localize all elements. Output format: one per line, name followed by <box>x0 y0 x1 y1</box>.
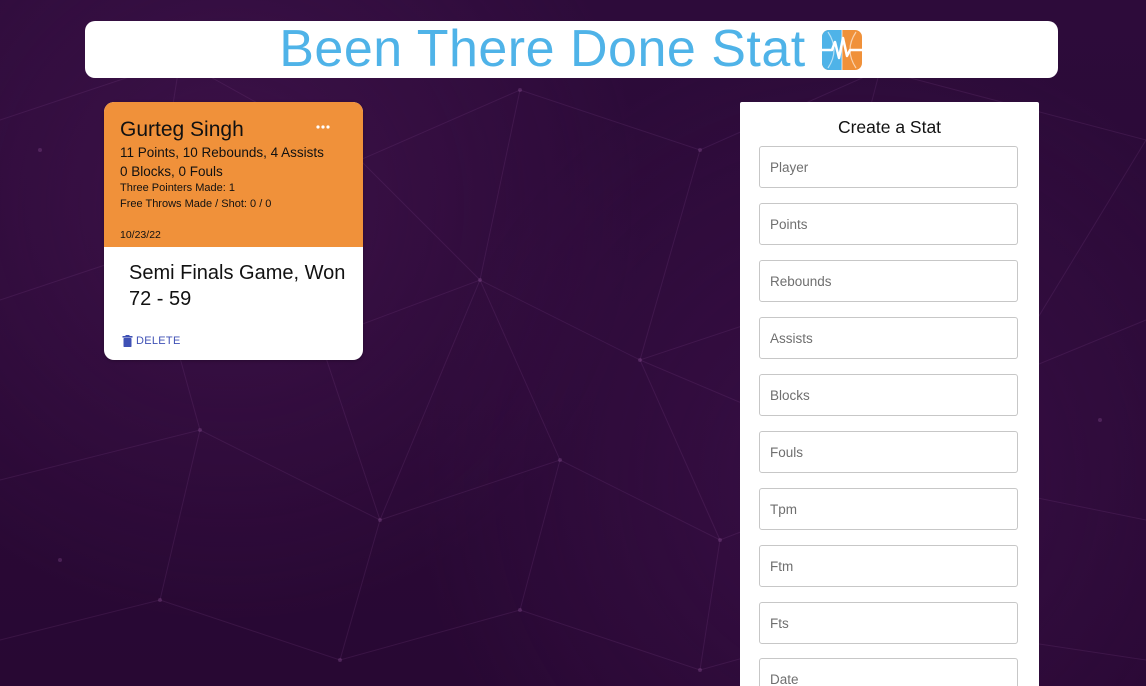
rebounds-input[interactable] <box>759 260 1018 302</box>
assists-input[interactable] <box>759 317 1018 359</box>
date-input[interactable] <box>759 658 1018 686</box>
stat-line-primary: 11 Points, 10 Rebounds, 4 Assists <box>120 145 324 160</box>
ftm-input[interactable] <box>759 545 1018 587</box>
fts-input[interactable] <box>759 602 1018 644</box>
blocks-input[interactable] <box>759 374 1018 416</box>
delete-label: DELETE <box>136 335 181 347</box>
tpm-input[interactable] <box>759 488 1018 530</box>
delete-button[interactable]: DELETE <box>122 335 181 347</box>
free-throws-made-shot: Free Throws Made / Shot: 0 / 0 <box>120 198 272 210</box>
stat-card: Gurteg Singh 11 Points, 10 Rebounds, 4 A… <box>104 102 363 360</box>
player-input[interactable] <box>759 146 1018 188</box>
trash-icon <box>122 335 133 347</box>
app-title: Been There Done Stat <box>279 20 806 78</box>
points-input[interactable] <box>759 203 1018 245</box>
fouls-input[interactable] <box>759 431 1018 473</box>
three-pointers-made: Three Pointers Made: 1 <box>120 182 235 194</box>
stat-line-secondary: 0 Blocks, 0 Fouls <box>120 164 223 179</box>
basketball-heartbeat-icon <box>820 28 864 72</box>
header-bar: Been There Done Stat <box>85 21 1058 78</box>
more-horizontal-icon[interactable] <box>315 120 331 134</box>
stat-card-header: Gurteg Singh 11 Points, 10 Rebounds, 4 A… <box>104 102 363 247</box>
stat-date: 10/23/22 <box>120 229 161 241</box>
stat-card-body: Semi Finals Game, Won 72 - 59 DELETE <box>104 247 363 360</box>
player-name: Gurteg Singh <box>120 118 244 141</box>
form-title: Create a Stat <box>837 117 942 137</box>
create-stat-form: Create a Stat <box>740 102 1039 686</box>
game-description: Semi Finals Game, Won 72 - 59 <box>129 262 346 310</box>
